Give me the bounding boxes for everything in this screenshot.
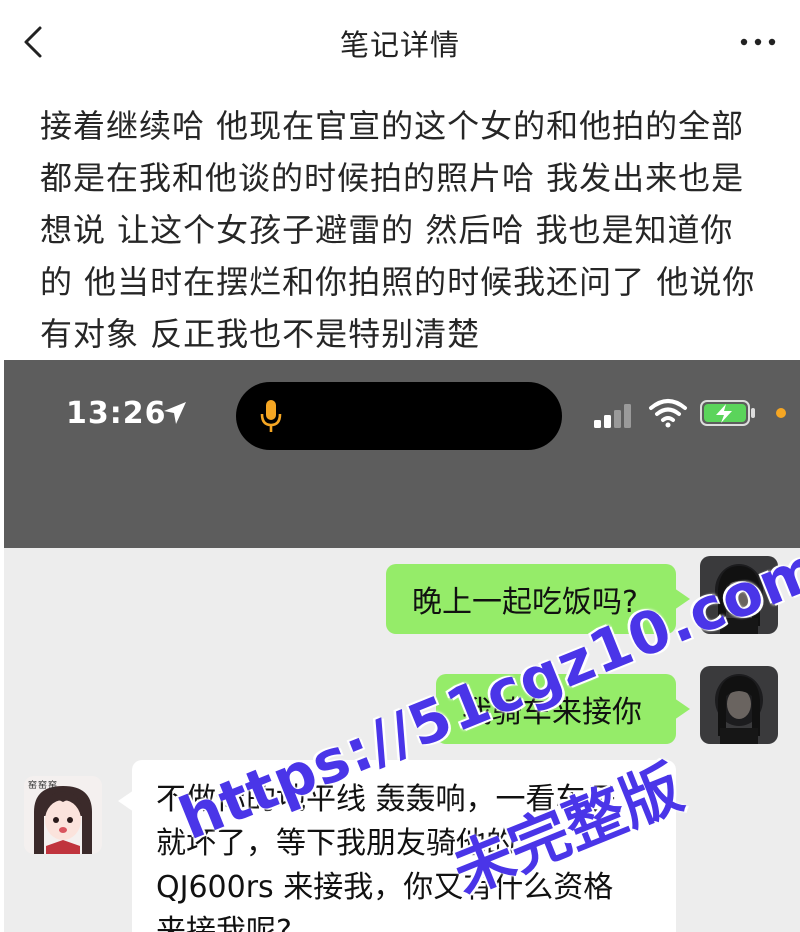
note-detail-page: 笔记详情 接着继续哈 他现在官宣的这个女的和他拍的全部 都是在我和他谈的时候拍的…: [0, 0, 800, 932]
my-avatar[interactable]: [700, 666, 778, 744]
note-line: 接着继续哈 他现在官宣的这个女的和他拍的全部: [40, 107, 745, 145]
message-text: 我骑车来接你: [462, 695, 642, 730]
note-line: 想说 让这个女孩子避雷的 然后哈 我也是知道你: [40, 211, 734, 249]
more-icon: [740, 38, 776, 46]
microphone-icon: [260, 400, 282, 432]
location-arrow-icon: [164, 402, 186, 424]
dark-hair-avatar-icon: [700, 556, 778, 634]
signal-icon: [594, 404, 631, 428]
wifi-icon: [649, 399, 687, 428]
friend-avatar[interactable]: 窑窑窑: [24, 776, 102, 854]
message-text-line: 来接我呢?: [156, 914, 292, 932]
outgoing-message[interactable]: 我骑车来接你: [436, 674, 690, 744]
more-button[interactable]: [738, 28, 778, 56]
dynamic-island: [236, 382, 562, 450]
message-text: 晚上一起吃饭吗?: [412, 585, 638, 620]
note-line: 有对象 反正我也不是特别清楚: [40, 315, 481, 353]
message-text-line: QJ600rs 来接我，你又有什么资格: [156, 870, 614, 905]
avatar-caption: 窑窑窑: [28, 781, 59, 791]
outgoing-message[interactable]: 晚上一起吃饭吗?: [386, 564, 690, 634]
chat-area: 晚上一起吃饭吗? 我骑车来接你 窑窑窑 不做你的地平线 轰轰响，一看车子 就坏了…: [4, 548, 800, 932]
page-title: 笔记详情: [339, 28, 460, 62]
status-time: 13:26: [66, 396, 167, 431]
note-line: 的 他当时在摆烂和你拍照的时候我还问了 他说你: [40, 263, 756, 301]
dark-hair-avatar-icon: [700, 666, 778, 744]
message-text-line: 不做你的地平线 轰轰响，一看车子: [156, 782, 616, 817]
chat-screenshot-image[interactable]: 13:26 晚上一起吃饭吗? 我骑车来接你 窑窑窑 不做你的地平线 轰轰响，一看…: [4, 360, 800, 932]
top-nav: 笔记详情: [0, 0, 800, 86]
note-body: 接着继续哈 他现在官宣的这个女的和他拍的全部 都是在我和他谈的时候拍的照片哈 我…: [40, 100, 760, 360]
my-avatar[interactable]: [700, 556, 778, 634]
note-line: 都是在我和他谈的时候拍的照片哈 我发出来也是: [40, 159, 745, 197]
battery-charging-icon: [700, 400, 755, 426]
message-text-line: 就坏了，等下我朋友骑他的: [156, 826, 516, 861]
phone-status-bar: 13:26: [4, 360, 800, 548]
recording-dot-icon: [776, 408, 786, 418]
incoming-message[interactable]: 不做你的地平线 轰轰响，一看车子 就坏了，等下我朋友骑他的 QJ600rs 来接…: [118, 760, 676, 932]
